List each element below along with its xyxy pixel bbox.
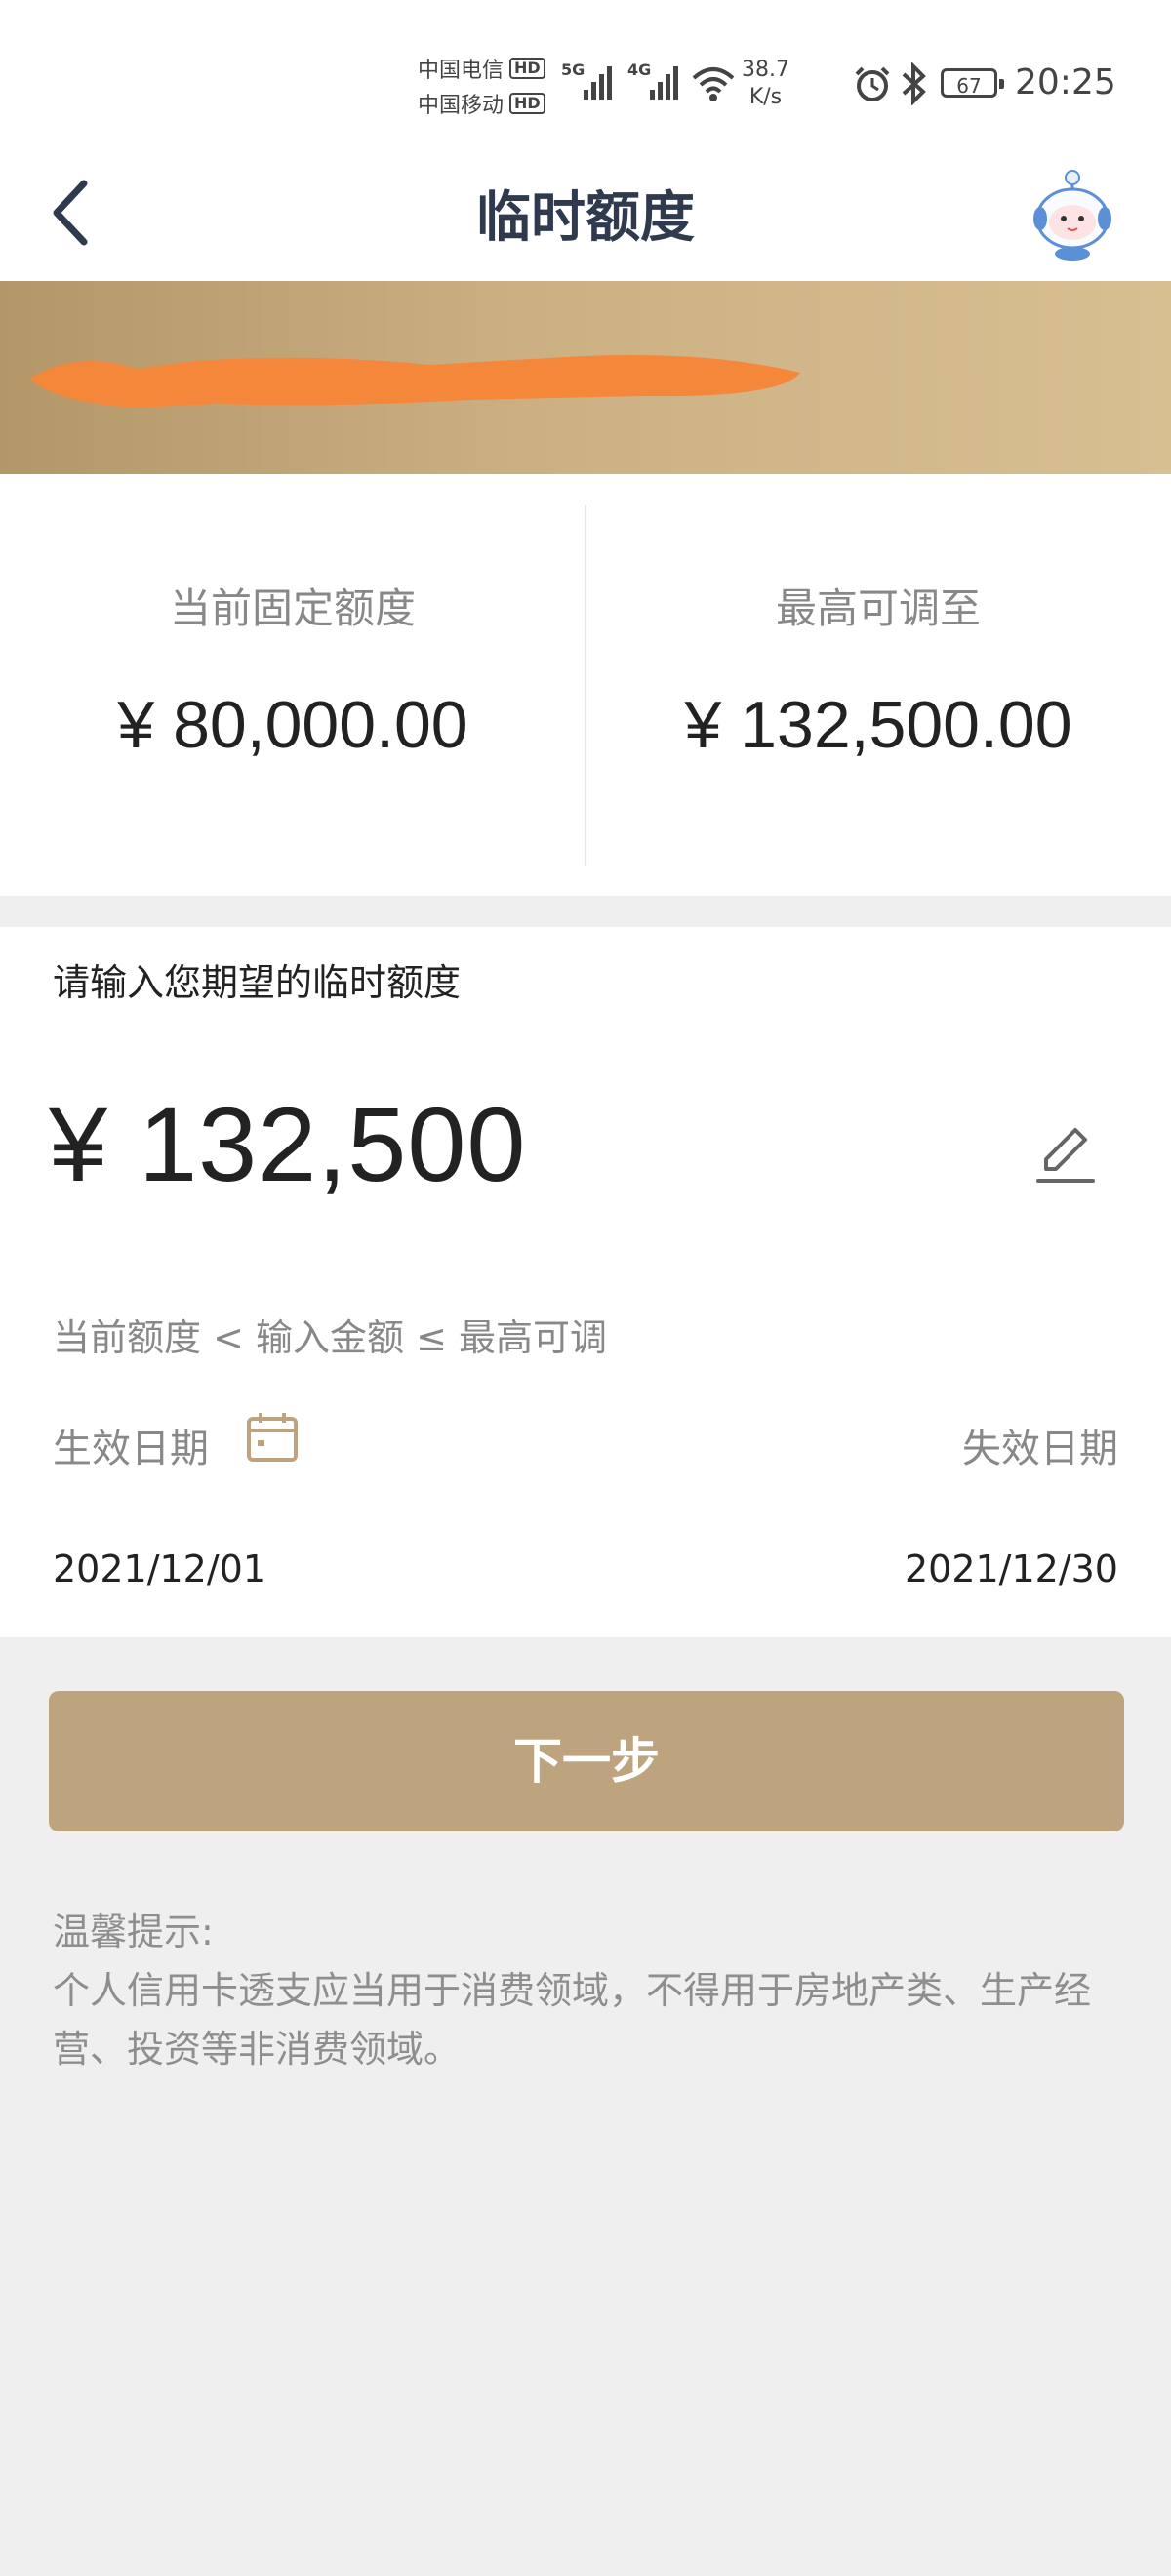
- effective-date-value[interactable]: 2021/12/01: [53, 1548, 266, 1590]
- page-title: 临时额度: [476, 186, 695, 250]
- amount-prompt: 请输入您期望的临时额度: [53, 961, 462, 1004]
- temp-limit-form: 请输入您期望的临时额度 ¥ 132,500 当前额度 < 输入金额 ≤ 最高可调…: [0, 927, 1171, 1637]
- expiry-date-label: 失效日期: [962, 1427, 1118, 1471]
- redaction-scribble: [29, 355, 800, 408]
- wifi-icon: [692, 67, 735, 101]
- current-limit: 当前固定额度 ¥ 80,000.00: [0, 474, 586, 896]
- carrier-telecom-label: 中国电信: [418, 59, 505, 83]
- next-step-button[interactable]: 下一步: [49, 1691, 1124, 1831]
- hd-badge: HD: [509, 93, 545, 114]
- carrier-mobile-label: 中国移动: [418, 94, 505, 118]
- tips: 温馨提示: 个人信用卡透支应当用于消费领域，不得用于房地产类、生产经营、投资等非…: [53, 1903, 1126, 2078]
- limits-card: 当前固定额度 ¥ 80,000.00 最高可调至 ¥ 132,500.00: [0, 474, 1171, 896]
- edit-pencil-icon[interactable]: [1032, 1120, 1101, 1188]
- effective-date-label: 生效日期: [53, 1427, 209, 1471]
- battery-icon: 67: [941, 68, 1004, 98]
- max-limit-value: ¥ 132,500.00: [684, 688, 1072, 762]
- speed-unit: K/s: [748, 85, 783, 109]
- bluetooth-icon: [902, 62, 926, 105]
- signal-icon: [650, 66, 678, 100]
- robot-assistant-icon[interactable]: [1029, 168, 1116, 262]
- current-limit-label: 当前固定额度: [169, 584, 416, 632]
- tips-body: 个人信用卡透支应当用于消费领域，不得用于房地产类、生产经营、投资等非消费领域。: [53, 1969, 1092, 2071]
- carrier-mobile: 中国移动 HD: [418, 88, 545, 119]
- signal-icon: [584, 66, 612, 100]
- status-bar: 中国电信 HD 中国移动 HD 5G 4G 38.7 K/s 67 20:25: [0, 0, 1171, 146]
- amount-input[interactable]: ¥ 132,500: [49, 1083, 526, 1205]
- network-speed: 38.7 K/s: [742, 57, 789, 111]
- expiry-date-value[interactable]: 2021/12/30: [905, 1548, 1118, 1590]
- calendar-icon[interactable]: [244, 1409, 301, 1466]
- max-limit-label: 最高可调至: [775, 584, 981, 632]
- tips-title: 温馨提示:: [53, 1911, 214, 1953]
- card-banner: [0, 281, 1171, 474]
- amount-rule-hint: 当前额度 < 输入金额 ≤ 最高可调: [53, 1316, 607, 1359]
- nav-header: 临时额度: [0, 146, 1171, 281]
- current-limit-value: ¥ 80,000.00: [117, 688, 468, 762]
- alarm-icon: [855, 66, 890, 101]
- clock: 20:25: [1015, 62, 1116, 102]
- carrier-telecom: 中国电信 HD: [418, 53, 545, 84]
- max-limit: 最高可调至 ¥ 132,500.00: [586, 474, 1171, 896]
- speed-value: 38.7: [742, 58, 789, 82]
- hd-badge: HD: [509, 58, 545, 79]
